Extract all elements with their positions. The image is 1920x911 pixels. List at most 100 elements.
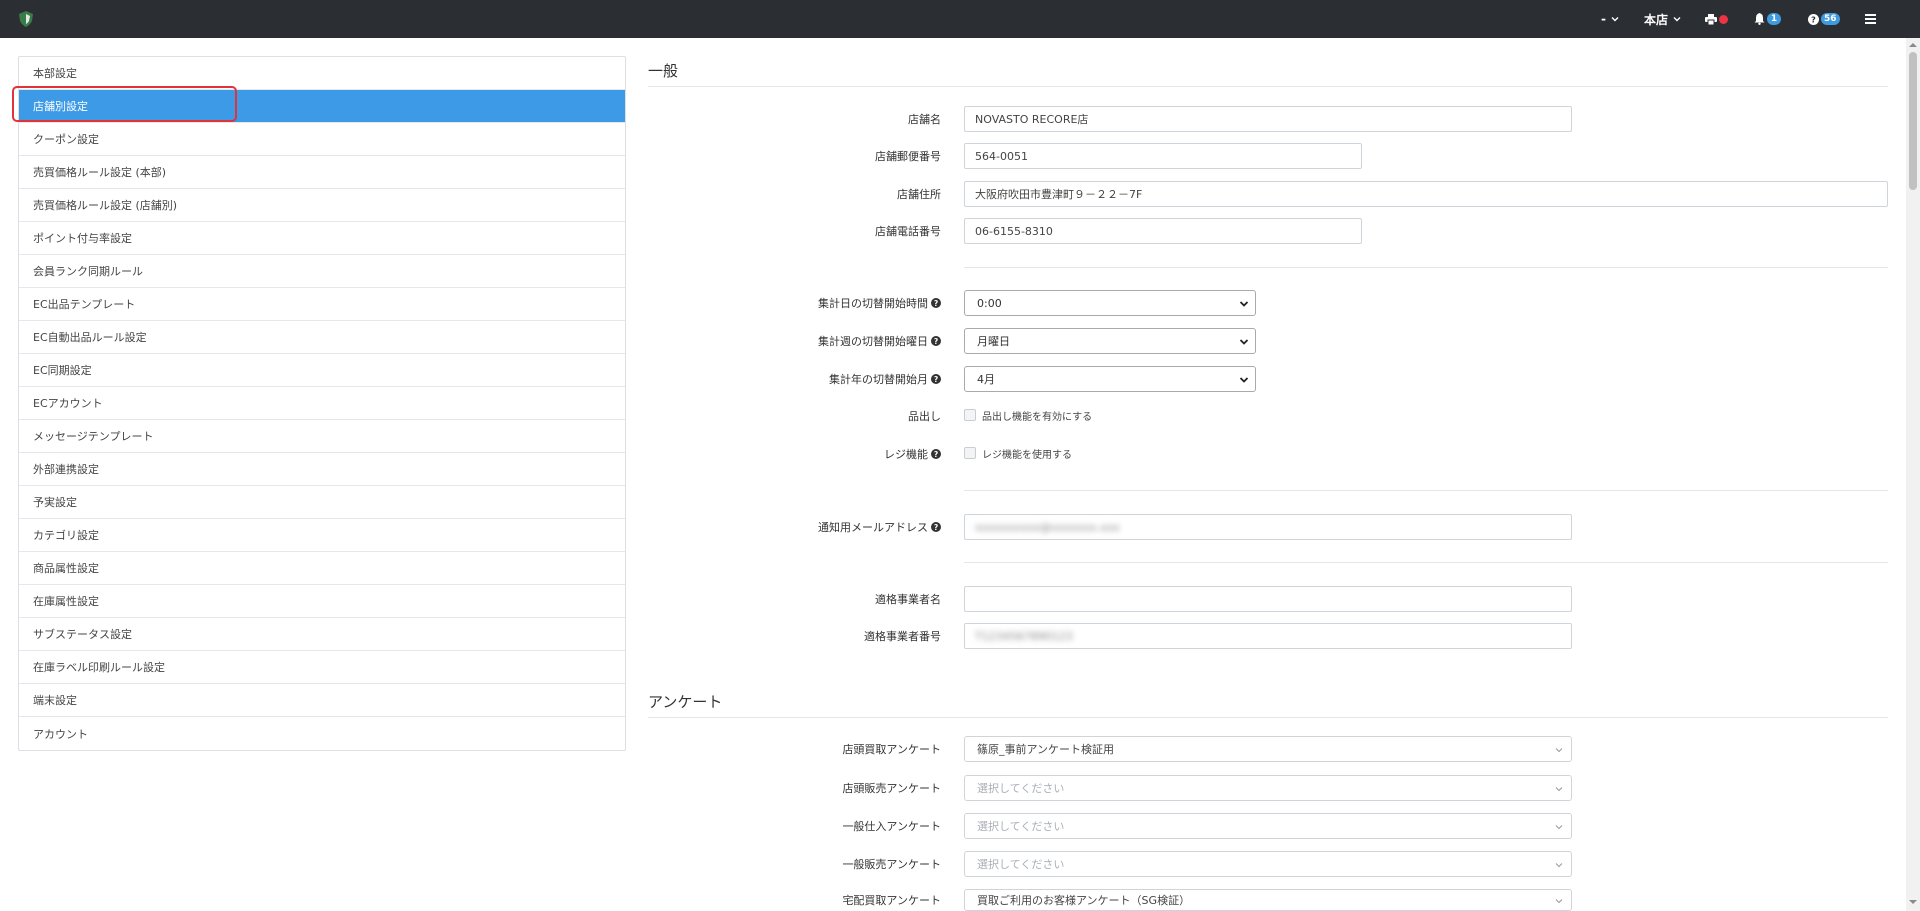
register-label: レジ機能 ? xyxy=(884,441,941,467)
email-input[interactable]: xxxxxxxxxx@xxxxxxx.xxx xyxy=(964,514,1572,540)
notifications[interactable]: 1 xyxy=(1754,0,1781,38)
user-menu[interactable]: - xyxy=(1601,0,1619,38)
store-name-input[interactable]: NOVASTO RECORE店 xyxy=(964,106,1572,132)
general-purchase-survey-label: 一般仕入アンケート xyxy=(842,820,941,833)
user-menu-label: - xyxy=(1601,12,1606,26)
chevron-down-icon xyxy=(1555,787,1563,792)
store-sell-survey-label: 店頭販売アンケート xyxy=(842,782,941,795)
shield-logo-icon[interactable] xyxy=(19,11,33,27)
question-circle-icon[interactable]: ? xyxy=(931,449,941,459)
week-switch-label: 集計週の切替開始曜日 ? xyxy=(818,328,941,354)
sidebar-item-product-attribute[interactable]: 商品属性設定 xyxy=(19,552,625,585)
svg-text:?: ? xyxy=(934,337,938,346)
invoice-number-value: T1234567890123 xyxy=(975,629,1073,643)
address-label: 店舗住所 xyxy=(897,188,941,201)
register-checkbox[interactable] xyxy=(964,447,976,459)
divider xyxy=(648,86,1888,87)
divider xyxy=(964,267,1888,268)
postal-code-label: 店舗郵便番号 xyxy=(875,150,941,163)
year-switch-select[interactable]: 4月 xyxy=(964,366,1256,392)
svg-text:?: ? xyxy=(934,450,938,459)
question-circle-icon[interactable]: ? xyxy=(931,298,941,308)
phone-label: 店舗電話番号 xyxy=(875,225,941,238)
delivery-buy-survey-label: 宅配買取アンケート xyxy=(842,894,941,907)
day-switch-select[interactable]: 0:00 xyxy=(964,290,1256,316)
sidebar-item-message-template[interactable]: メッセージテンプレート xyxy=(19,420,625,453)
hamburger-menu-button[interactable] xyxy=(1865,0,1876,38)
svg-text:?: ? xyxy=(934,523,938,532)
help-count-badge: 56 xyxy=(1821,13,1840,25)
scroll-up-arrow-icon[interactable] xyxy=(1909,41,1917,49)
sidebar-item-stock-label-print[interactable]: 在庫ラベル印刷ルール設定 xyxy=(19,651,625,684)
sidebar-item-category[interactable]: カテゴリ設定 xyxy=(19,519,625,552)
sidebar-item-price-rule-store[interactable]: 売買価格ルール設定 (店舗別) xyxy=(19,189,625,222)
scroll-down-arrow-icon[interactable] xyxy=(1909,898,1917,906)
sidebar-item-terminal[interactable]: 端末設定 xyxy=(19,684,625,717)
question-circle-icon: ? xyxy=(1808,13,1819,25)
sidebar-item-member-rank-sync[interactable]: 会員ランク同期ルール xyxy=(19,255,625,288)
scrollbar-thumb[interactable] xyxy=(1909,52,1917,190)
general-purchase-survey-select[interactable]: 選択してください xyxy=(964,813,1572,839)
printer-status[interactable] xyxy=(1705,0,1728,38)
sidebar-item-account[interactable]: アカウント xyxy=(19,717,625,750)
question-circle-icon[interactable]: ? xyxy=(931,336,941,346)
sidebar-item-stock-attribute[interactable]: 在庫属性設定 xyxy=(19,585,625,618)
email-label-text: 通知用メールアドレス xyxy=(818,521,928,534)
sidebar-item-point-rate[interactable]: ポイント付与率設定 xyxy=(19,222,625,255)
invoice-name-input[interactable] xyxy=(964,586,1572,612)
svg-text:?: ? xyxy=(934,375,938,384)
invoice-name-label: 適格事業者名 xyxy=(875,593,941,606)
invoice-number-label: 適格事業者番号 xyxy=(864,630,941,643)
chevron-down-icon xyxy=(1555,863,1563,868)
sidebar-item-budget-actual[interactable]: 予実設定 xyxy=(19,486,625,519)
page-scrollbar[interactable] xyxy=(1906,38,1920,911)
general-section-title: 一般 xyxy=(648,62,679,80)
sidebar-item-ec-account[interactable]: ECアカウント xyxy=(19,387,625,420)
svg-text:?: ? xyxy=(934,299,938,308)
printer-icon xyxy=(1705,13,1717,25)
shinadashi-checkbox-row[interactable]: 品出し機能を有効にする xyxy=(964,402,1092,428)
store-buy-survey-value: 篠原_事前アンケート検証用 xyxy=(977,743,1115,756)
sidebar-item-coupon-settings[interactable]: クーポン設定 xyxy=(19,123,625,156)
sidebar-item-ec-auto-listing[interactable]: EC自動出品ルール設定 xyxy=(19,321,625,354)
store-buy-survey-select[interactable]: 篠原_事前アンケート検証用 xyxy=(964,736,1572,762)
settings-sidebar: 本部設定 店舗別設定 クーポン設定 売買価格ルール設定 (本部) 売買価格ルール… xyxy=(18,56,626,751)
survey-section-title: アンケート xyxy=(648,693,723,711)
chevron-down-icon xyxy=(1239,339,1249,345)
sidebar-item-external-integration[interactable]: 外部連携設定 xyxy=(19,453,625,486)
postal-code-input[interactable]: 564-0051 xyxy=(964,143,1362,169)
address-input[interactable]: 大阪府吹田市豊津町９－２２－7F xyxy=(964,181,1888,207)
chevron-down-icon xyxy=(1555,899,1563,904)
day-switch-label: 集計日の切替開始時間 ? xyxy=(818,290,941,316)
general-sell-survey-select[interactable]: 選択してください xyxy=(964,851,1572,877)
sidebar-item-substatus[interactable]: サブステータス設定 xyxy=(19,618,625,651)
divider xyxy=(964,490,1888,491)
shinadashi-checkbox-label: 品出し機能を有効にする xyxy=(982,411,1093,423)
question-circle-icon[interactable]: ? xyxy=(931,522,941,532)
store-menu[interactable]: 本店 xyxy=(1644,0,1681,38)
svg-text:?: ? xyxy=(1811,15,1816,24)
register-checkbox-label: レジ機能を使用する xyxy=(982,449,1072,461)
chevron-down-icon xyxy=(1555,825,1563,830)
sidebar-item-ec-listing-template[interactable]: EC出品テンプレート xyxy=(19,288,625,321)
chevron-down-icon xyxy=(1611,17,1619,22)
sidebar-item-ec-sync[interactable]: EC同期設定 xyxy=(19,354,625,387)
divider xyxy=(964,562,1888,563)
week-switch-value: 月曜日 xyxy=(977,335,1010,348)
year-switch-value: 4月 xyxy=(977,373,995,386)
week-switch-select[interactable]: 月曜日 xyxy=(964,328,1256,354)
chevron-down-icon xyxy=(1673,17,1681,22)
register-checkbox-row[interactable]: レジ機能を使用する xyxy=(964,440,1072,466)
store-sell-survey-select[interactable]: 選択してください xyxy=(964,775,1572,801)
invoice-number-input[interactable]: T1234567890123 xyxy=(964,623,1572,649)
phone-input[interactable]: 06-6155-8310 xyxy=(964,218,1362,244)
question-circle-icon[interactable]: ? xyxy=(931,374,941,384)
delivery-buy-survey-select[interactable]: 買取ご利用のお客様アンケート（SG検証） xyxy=(964,889,1572,911)
help[interactable]: ? 56 xyxy=(1808,0,1840,38)
year-switch-label: 集計年の切替開始月 ? xyxy=(829,366,941,392)
top-navbar: - 本店 1 ? 56 xyxy=(0,0,1920,38)
chevron-down-icon xyxy=(1555,748,1563,753)
printer-error-indicator xyxy=(1719,14,1728,24)
shinadashi-checkbox[interactable] xyxy=(964,409,976,421)
sidebar-item-price-rule-hq[interactable]: 売買価格ルール設定 (本部) xyxy=(19,156,625,189)
